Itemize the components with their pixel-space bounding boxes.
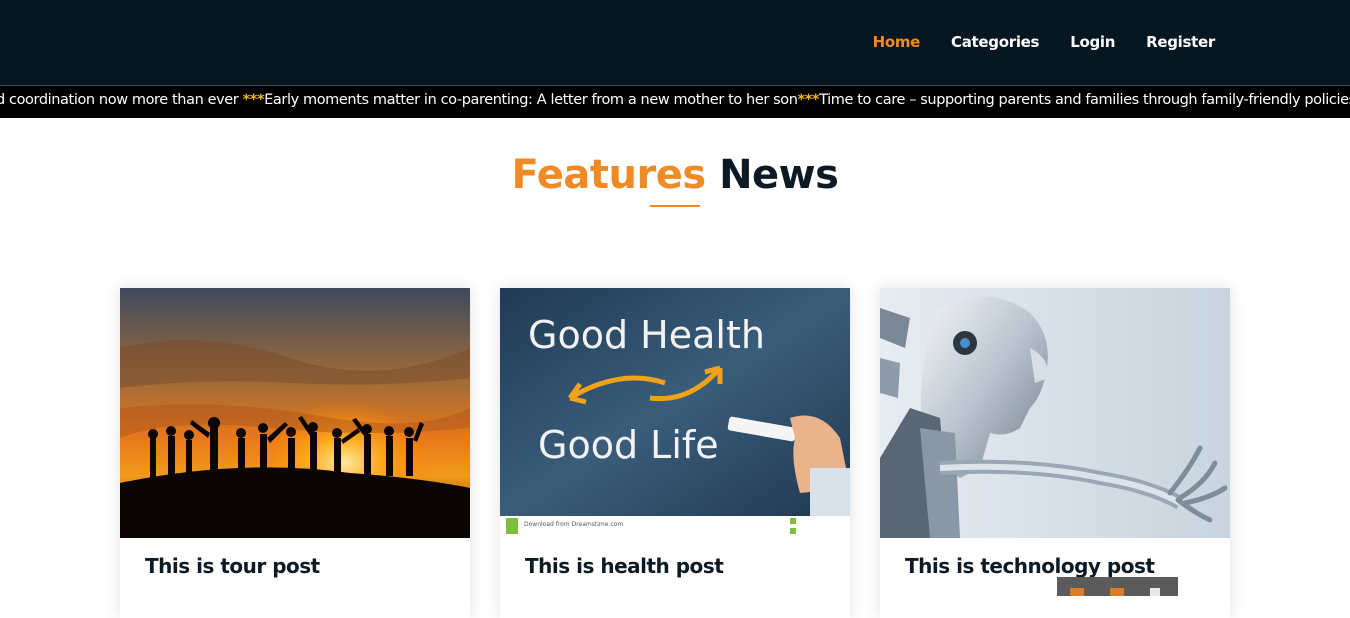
card-title[interactable]: This is health post: [525, 554, 724, 578]
toolbar-icon[interactable]: [1150, 588, 1160, 596]
floating-toolbar[interactable]: [1057, 577, 1178, 596]
main-nav: Home Categories Login Register: [842, 33, 1216, 51]
ticker-item[interactable]: Early moments matter in co-parenting: A …: [264, 92, 798, 108]
board-line-2: Good Life: [538, 423, 719, 467]
nav-login[interactable]: Login: [1070, 33, 1115, 51]
card-image-tour[interactable]: [120, 288, 470, 538]
ticker-separator: ***: [797, 92, 820, 108]
ticker-separator: ***: [242, 92, 265, 108]
toolbar-icon[interactable]: [1110, 588, 1124, 596]
dreamstime-footer: Download from Dreamstime.com: [524, 521, 623, 528]
ticker-item[interactable]: Time to care – supporting parents and fa…: [819, 92, 1350, 108]
top-navbar: Home Categories Login Register: [0, 0, 1350, 86]
title-underline: [650, 205, 700, 207]
card-image-technology[interactable]: [880, 288, 1230, 538]
ticker-item[interactable]: d coordination now more than ever: [0, 92, 243, 108]
news-card-technology[interactable]: This is technology post: [880, 288, 1230, 618]
card-image-health[interactable]: Good Health Good Life Download from Drea…: [500, 288, 850, 538]
section-title: Features News: [0, 152, 1350, 198]
board-line-1: Good Health: [528, 313, 765, 357]
nav-home[interactable]: Home: [873, 33, 921, 51]
card-title[interactable]: This is technology post: [905, 554, 1155, 578]
section-title-accent: Features: [511, 152, 707, 198]
ticker-track: d coordination now more than ever ***Ear…: [0, 92, 1350, 108]
section-title-rest: News: [719, 152, 839, 198]
card-title[interactable]: This is tour post: [145, 554, 320, 578]
sunset-silhouette-image: [120, 288, 470, 538]
nav-register[interactable]: Register: [1146, 33, 1215, 51]
news-card-tour[interactable]: This is tour post: [120, 288, 470, 618]
toolbar-icon[interactable]: [1070, 588, 1084, 596]
nav-categories[interactable]: Categories: [951, 33, 1039, 51]
news-card-health[interactable]: Good Health Good Life Download from Drea…: [500, 288, 850, 618]
news-ticker: d coordination now more than ever ***Ear…: [0, 86, 1350, 118]
good-health-chalkboard-image: Good Health Good Life Download from Drea…: [500, 288, 850, 538]
robot-image: [880, 288, 1230, 538]
